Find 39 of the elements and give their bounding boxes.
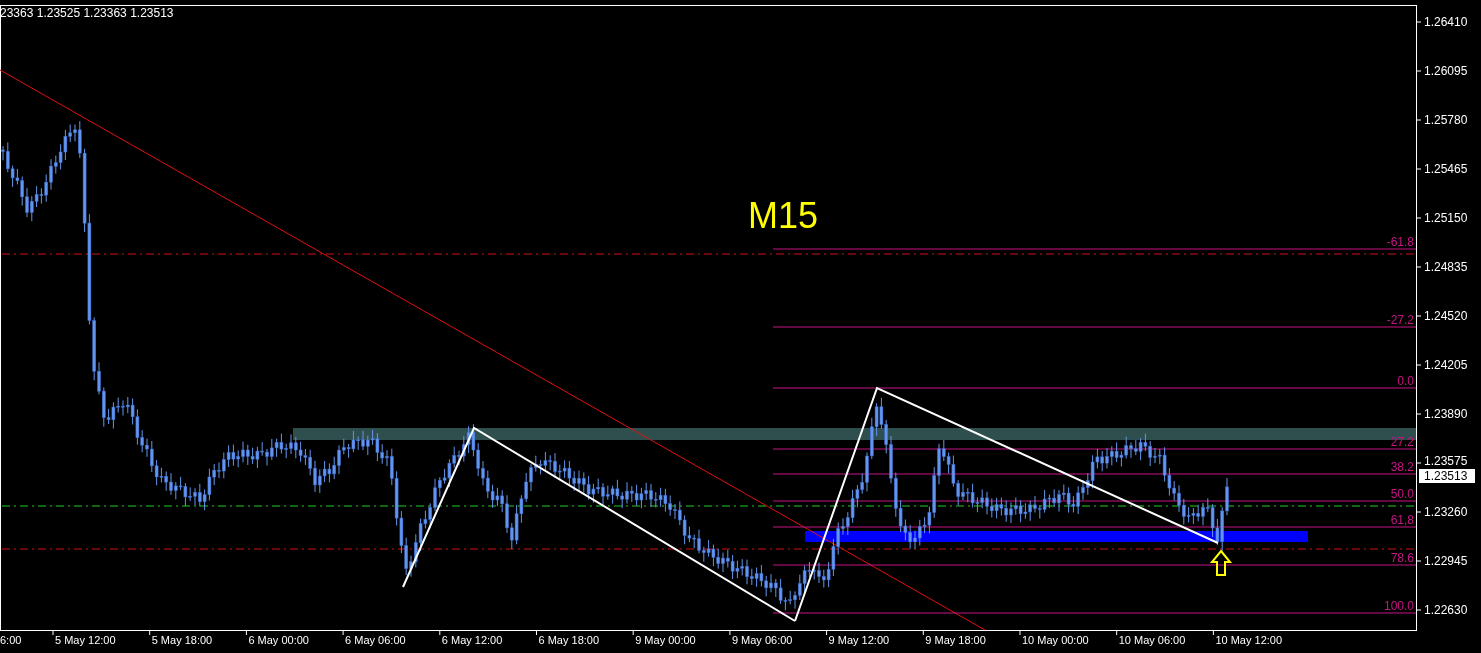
current-price-label: 1.23513 (1419, 469, 1475, 483)
fibonacci-level-label: 0.0 (1397, 374, 1414, 388)
timeframe-label: M15 (748, 195, 819, 236)
time-axis-label: 9 May 06:00 (731, 634, 793, 646)
time-axis-label: 9 May 12:00 (828, 634, 890, 646)
time-axis-label: 6 May 00:00 (248, 634, 309, 646)
time-axis-label: 6:00 (0, 634, 22, 646)
fibonacci-level-label: 61,8 (1390, 513, 1414, 527)
time-axis-label: 6 May 06:00 (345, 634, 406, 646)
price-axis-label: 1.26095 (1424, 64, 1468, 78)
price-axis-label: 1.24520 (1424, 309, 1468, 323)
time-axis-label: 10 May 06:00 (1118, 634, 1186, 646)
time-axis-label: 5 May 12:00 (55, 634, 116, 646)
time-axis-label: 10 May 00:00 (1022, 634, 1089, 646)
price-axis-label: 1.22945 (1424, 554, 1468, 568)
price-axis-label: 1.24835 (1424, 260, 1468, 274)
price-axis-label: 1.24205 (1424, 358, 1468, 372)
fibonacci-level-label: 100.0 (1383, 599, 1414, 613)
fibonacci-level-label: 27.2 (1390, 435, 1414, 449)
time-axis-label: 9 May 18:00 (925, 634, 986, 646)
fibonacci-level-label: 78.6 (1390, 551, 1414, 565)
fibonacci-level-label: 50.0 (1390, 487, 1414, 501)
price-axis-label: 1.23890 (1424, 407, 1468, 421)
price-axis-label: 1.25780 (1424, 113, 1468, 127)
time-axis-label: 5 May 18:00 (151, 634, 213, 646)
price-readout: 23363 1.23525 1.23363 1.23513 (0, 6, 174, 20)
time-axis-label: 9 May 00:00 (635, 634, 696, 646)
price-axis-label: 1.25465 (1424, 162, 1468, 176)
price-axis-label: 1.23575 (1424, 454, 1468, 468)
time-axis-label: 10 May 12:00 (1215, 634, 1283, 646)
price-axis-label: 1.22630 (1424, 603, 1468, 617)
time-axis-label: 6 May 18:00 (538, 634, 600, 646)
fibonacci-level-label: -61.8 (1386, 235, 1414, 249)
fibonacci-level-label: -27.2 (1386, 313, 1414, 327)
time-axis-label: 6 May 12:00 (441, 634, 503, 646)
fibonacci-level-label: 38.2 (1390, 460, 1414, 474)
price-axis-label: 1.25150 (1424, 211, 1468, 225)
price-axis-label: 1.26410 (1424, 15, 1468, 29)
price-axis-label: 1.23260 (1424, 505, 1468, 519)
